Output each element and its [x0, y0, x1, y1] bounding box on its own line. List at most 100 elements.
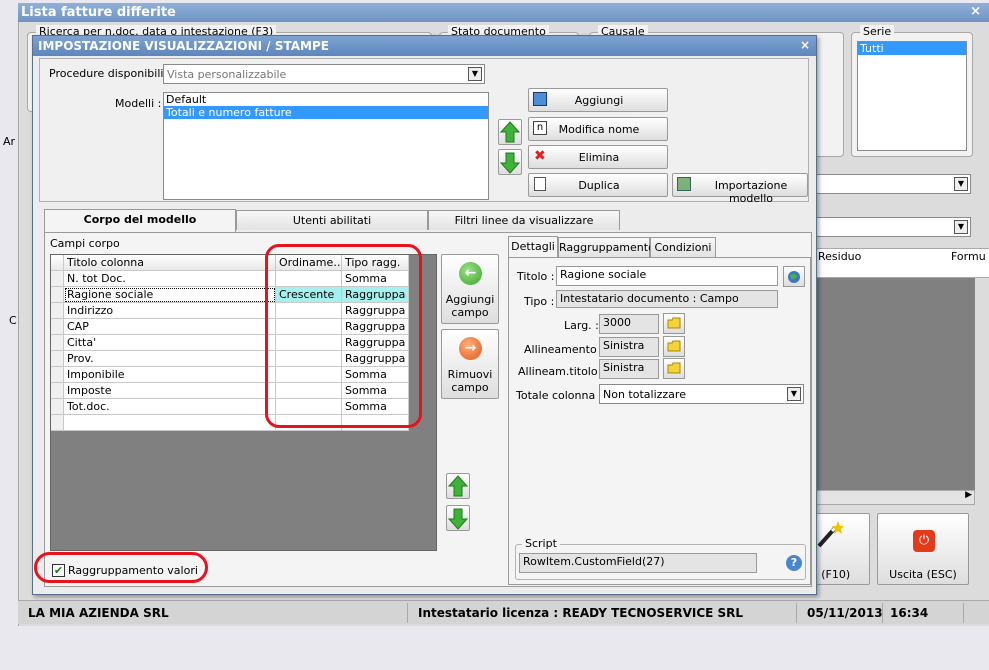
tab-utenti-abilitati[interactable]: Utenti abilitati	[236, 210, 428, 230]
grid-cell-titolo[interactable]: Imposte	[64, 383, 276, 399]
duplica-button[interactable]: Duplica	[528, 173, 668, 197]
allineam-titolo-field[interactable]: Sinistra	[599, 359, 659, 379]
chevron-down-icon[interactable]: ▼	[954, 220, 968, 234]
tab-corpo-modello[interactable]: Corpo del modello	[44, 209, 236, 232]
titolo-input[interactable]: Ragione sociale	[556, 266, 778, 286]
folder-icon	[667, 317, 681, 329]
duplica-label: Duplica	[578, 179, 620, 192]
aggiungi-label: Aggiungi	[574, 94, 624, 107]
serie-item-tutti[interactable]: Tutti	[858, 42, 966, 55]
outer-close-button[interactable]: ×	[970, 4, 981, 19]
grid-row-indicator[interactable]	[51, 399, 64, 415]
outer-grid-header: Residuo Formu	[800, 248, 989, 278]
folder-icon	[667, 340, 681, 352]
status-license: Intestatario licenza : READY TECNOSERVIC…	[412, 603, 797, 623]
procedure-value: Vista personalizzabile	[167, 68, 287, 81]
larg-folder-button[interactable]	[663, 313, 685, 334]
outer-window-title: Lista fatture differite	[21, 5, 176, 20]
grid-cell-titolo[interactable]: Ragione sociale	[64, 287, 276, 303]
tab-raggruppamento[interactable]: Raggruppamento	[558, 237, 655, 257]
folder-icon	[667, 362, 681, 374]
serie-list[interactable]: Tutti	[857, 41, 967, 151]
arrow-up-icon	[447, 475, 469, 497]
importazione-modello-button[interactable]: Importazione modello	[672, 173, 808, 205]
grid-cell-titolo[interactable]: Tot.doc.	[64, 399, 276, 415]
status-time: 16:34	[884, 603, 964, 623]
tab-dettagli[interactable]: Dettagli	[508, 236, 558, 259]
modelli-item-default[interactable]: Default	[164, 93, 488, 106]
grid-row-indicator[interactable]	[51, 319, 64, 335]
script-label: Script	[522, 537, 560, 550]
allineamento-label: Allineamento :	[524, 343, 604, 356]
campi-corpo-label: Campi corpo	[50, 237, 120, 250]
grid-row-indicator[interactable]	[51, 351, 64, 367]
rimuovi-campo-line2: campo	[451, 381, 489, 394]
grid-header-titolo[interactable]: Titolo colonna	[64, 255, 276, 271]
detail-panel: Titolo : Ragione sociale Tipo : Intestat…	[508, 257, 811, 585]
red-highlight-checkbox	[34, 552, 208, 583]
procedure-select[interactable]: Vista personalizzabile ▼	[163, 64, 485, 84]
move-down-button[interactable]	[498, 149, 522, 175]
left-stub-label-2: C	[9, 314, 17, 327]
modifica-nome-button[interactable]: n Modifica nome	[528, 117, 668, 141]
globe-button[interactable]	[783, 266, 805, 287]
arrow-up-icon	[499, 121, 521, 143]
outer-combo-1[interactable]: ▼	[799, 174, 971, 194]
col-formu: Formu	[951, 250, 986, 263]
field-up-button[interactable]	[446, 473, 470, 499]
chevron-down-icon[interactable]: ▼	[954, 177, 968, 191]
aggiungi-campo-button[interactable]: ← Aggiungi campo	[441, 254, 499, 324]
tab-condizioni[interactable]: Condizioni	[650, 237, 716, 257]
tab-filtri-linee[interactable]: Filtri linee da visualizzare	[428, 210, 620, 230]
outer-combo-2[interactable]: ▼	[799, 217, 971, 237]
status-date: 05/11/2013	[801, 603, 883, 623]
outer-hscrollbar[interactable]: ▶	[800, 490, 975, 505]
grid-row-indicator[interactable]	[51, 303, 64, 319]
dialog-close-button[interactable]: ×	[800, 38, 810, 52]
modelli-label: Modelli :	[115, 97, 162, 110]
grid-cell-titolo[interactable]: Prov.	[64, 351, 276, 367]
allineamento-folder-button[interactable]	[663, 336, 685, 357]
tab-content: Campi corpo Titolo colonna Ordiname… Tip…	[44, 232, 812, 587]
dialog-titlebar: IMPOSTAZIONE VISUALIZZAZIONI / STAMPE ×	[33, 36, 816, 56]
move-up-button[interactable]	[498, 119, 522, 145]
allineam-titolo-folder-button[interactable]	[663, 358, 685, 379]
grid-row-indicator[interactable]	[51, 271, 64, 287]
arrow-down-icon	[499, 152, 521, 174]
arrow-left-circle-icon: ←	[459, 262, 482, 285]
allineamento-field[interactable]: Sinistra	[599, 337, 659, 357]
grid-row-indicator[interactable]	[51, 287, 64, 303]
larg-field[interactable]: 3000	[599, 314, 659, 334]
grid-cell-titolo[interactable]: CAP	[64, 319, 276, 335]
elimina-button[interactable]: ✖ Elimina	[528, 145, 668, 169]
chevron-down-icon[interactable]: ▼	[787, 387, 801, 401]
field-down-button[interactable]	[446, 505, 470, 531]
uscita-button[interactable]: ⏻ Uscita (ESC)	[877, 513, 969, 585]
scroll-right-icon[interactable]: ▶	[965, 490, 972, 500]
grid-row-indicator[interactable]	[51, 335, 64, 351]
rimuovi-campo-button[interactable]: → Rimuovi campo	[441, 329, 499, 399]
larg-label: Larg. :	[564, 319, 599, 332]
grid-cell-titolo[interactable]: Citta'	[64, 335, 276, 351]
power-icon: ⏻	[913, 530, 935, 552]
status-bar: LA MIA AZIENDA SRL Intestatario licenza …	[18, 600, 989, 624]
modelli-item-totali[interactable]: Totali e numero fatture	[164, 106, 488, 119]
script-group: Script RowItem.CustomField(27) ?	[515, 537, 806, 580]
totale-colonna-select[interactable]: Non totalizzare ▼	[599, 384, 804, 404]
grid-row-indicator[interactable]	[51, 415, 64, 431]
chevron-down-icon[interactable]: ▼	[468, 67, 482, 81]
grid-row-indicator[interactable]	[51, 367, 64, 383]
grid-cell-titolo[interactable]: N. tot Doc.	[64, 271, 276, 287]
grid-cell-titolo-empty[interactable]	[64, 415, 276, 431]
serie-group: Serie Tutti	[851, 25, 973, 157]
red-highlight-columns	[265, 244, 422, 428]
modelli-list[interactable]: Default Totali e numero fatture	[163, 92, 489, 200]
models-group: Procedure disponibili : Vista personaliz…	[39, 58, 809, 205]
grid-cell-titolo[interactable]: Indirizzo	[64, 303, 276, 319]
grid-cell-titolo[interactable]: Imponibile	[64, 367, 276, 383]
aggiungi-button[interactable]: Aggiungi	[528, 88, 668, 112]
script-field[interactable]: RowItem.CustomField(27)	[519, 553, 757, 573]
help-icon[interactable]: ?	[786, 555, 802, 571]
grid-row-indicator[interactable]	[51, 383, 64, 399]
left-stub-label: Ar	[3, 135, 16, 148]
